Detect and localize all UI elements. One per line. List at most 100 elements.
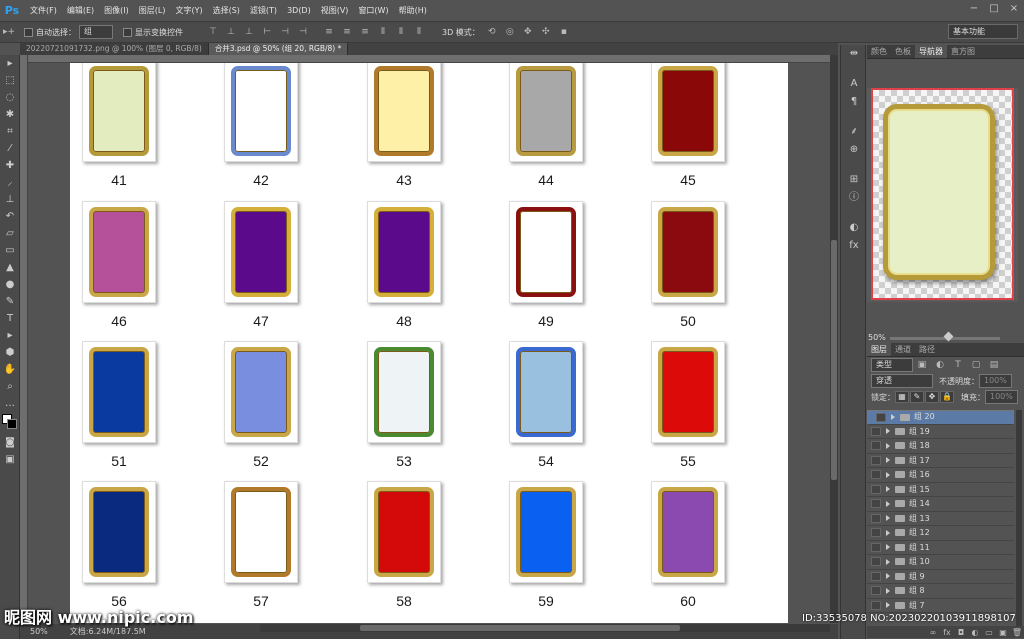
expand-arrow-icon[interactable]	[886, 500, 890, 507]
visibility-toggle-icon[interactable]	[871, 600, 881, 610]
align-right-icon[interactable]: ⊣	[296, 25, 310, 39]
brush-presets-icon[interactable]: ⸙	[841, 123, 867, 141]
brush-tool-icon[interactable]: ⸝	[0, 174, 20, 191]
align-vcenter-icon[interactable]: ⊥	[224, 25, 238, 39]
vertical-scroll-thumb[interactable]	[831, 240, 837, 480]
visibility-toggle-icon[interactable]	[871, 484, 881, 494]
clone-source-icon[interactable]: ⊕	[841, 141, 867, 159]
menu-item-0[interactable]: 文件(F)	[25, 0, 62, 21]
minimize-icon[interactable]: −	[964, 0, 984, 18]
shape-tool-icon[interactable]: ⬢	[0, 344, 20, 361]
dodge-tool-icon[interactable]: ●	[0, 276, 20, 293]
distribute-left-icon[interactable]: ⦀	[376, 25, 390, 39]
visibility-toggle-icon[interactable]	[871, 557, 881, 567]
expand-arrow-icon[interactable]	[886, 587, 890, 594]
marquee-tool-icon[interactable]: ⬚	[0, 72, 20, 89]
expand-arrow-icon[interactable]	[886, 442, 890, 449]
filter-shape-icon[interactable]: ▢	[969, 358, 983, 372]
path-select-tool-icon[interactable]: ▸	[0, 327, 20, 344]
layer-row[interactable]: 组 19	[867, 425, 1014, 439]
layer-row[interactable]: 组 14	[867, 497, 1014, 512]
menu-item-4[interactable]: 文字(Y)	[170, 0, 207, 21]
menu-item-1[interactable]: 编辑(E)	[62, 0, 99, 21]
tab-histogram[interactable]: 直方图	[947, 45, 979, 58]
zoom-readout[interactable]: 50%	[30, 627, 48, 636]
lock-position-icon[interactable]: ✥	[925, 391, 939, 403]
close-icon[interactable]: ×	[1004, 0, 1024, 18]
document-canvas[interactable]: 41 42 43 44 45 46 47 48 49 50 51 52 53 54 55 56 57 58 59 60	[70, 63, 788, 623]
blend-mode-dropdown[interactable]: 穿透	[871, 374, 933, 388]
distribute-hcenter-icon[interactable]: ⦀	[394, 25, 408, 39]
layer-row[interactable]: 组 16	[867, 468, 1014, 483]
pen-tool-icon[interactable]: ✎	[0, 293, 20, 310]
layer-row[interactable]: 组 20	[867, 410, 1014, 425]
layer-row[interactable]: 组 12	[867, 526, 1014, 541]
tab-document-2[interactable]: 合并3.psd @ 50% (组 20, RGB/8) *	[208, 43, 349, 55]
visibility-toggle-icon[interactable]	[871, 513, 881, 523]
menu-item-5[interactable]: 选择(S)	[208, 0, 245, 21]
eraser-tool-icon[interactable]: ▱	[0, 225, 20, 242]
add-mask-icon[interactable]: ◘	[954, 628, 968, 637]
layer-row[interactable]: 组 13	[867, 512, 1014, 526]
menu-item-7[interactable]: 3D(D)	[282, 0, 316, 21]
menu-item-9[interactable]: 窗口(W)	[353, 0, 393, 21]
fill-input[interactable]: 100%	[985, 390, 1018, 404]
visibility-toggle-icon[interactable]	[871, 571, 881, 581]
history-icon[interactable]: ⇹	[841, 45, 867, 63]
lock-all-icon[interactable]: 🔒	[940, 391, 954, 403]
fx-icon[interactable]: fx	[940, 628, 954, 637]
move-tool-icon[interactable]: ▸+	[2, 25, 16, 39]
filter-type-icon[interactable]: T	[951, 358, 965, 372]
workspace-dropdown[interactable]: 基本功能	[948, 24, 1018, 39]
lock-transparent-icon[interactable]: ▦	[895, 391, 909, 403]
vertical-scrollbar[interactable]	[830, 55, 838, 623]
tab-paths[interactable]: 路径	[915, 343, 939, 356]
tab-layers[interactable]: 图层	[867, 343, 891, 356]
3d-roll-icon[interactable]: ◎	[503, 25, 517, 39]
layer-filter-dropdown[interactable]: 类型	[871, 358, 913, 372]
new-group-icon[interactable]: ▭	[982, 628, 996, 637]
3d-pan-icon[interactable]: ✥	[521, 25, 535, 39]
visibility-toggle-icon[interactable]	[871, 455, 881, 465]
gradient-tool-icon[interactable]: ▭	[0, 242, 20, 259]
menu-item-10[interactable]: 帮助(H)	[394, 0, 432, 21]
adjustments-icon[interactable]: ◐	[841, 219, 867, 237]
link-layers-icon[interactable]: ∞	[926, 628, 940, 637]
layer-row[interactable]: 组 15	[867, 483, 1014, 497]
move-tool-icon[interactable]: ▸	[0, 55, 20, 72]
healing-tool-icon[interactable]: ✚	[0, 157, 20, 174]
visibility-toggle-icon[interactable]	[871, 426, 881, 436]
menu-item-3[interactable]: 图层(L)	[134, 0, 171, 21]
tab-swatches[interactable]: 色板	[891, 45, 915, 58]
layer-row[interactable]: 组 11	[867, 541, 1014, 555]
maximize-icon[interactable]: □	[984, 0, 1004, 18]
visibility-toggle-icon[interactable]	[871, 528, 881, 538]
visibility-toggle-icon[interactable]	[871, 470, 881, 480]
layer-row[interactable]: 组 8	[867, 584, 1014, 599]
expand-arrow-icon[interactable]	[886, 573, 890, 580]
distribute-top-icon[interactable]: ≡	[322, 25, 336, 39]
show-transform-checkbox[interactable]	[123, 27, 132, 37]
menu-item-6[interactable]: 滤镜(T)	[245, 0, 282, 21]
align-hcenter-icon[interactable]: ⊣	[278, 25, 292, 39]
adjustment-layer-icon[interactable]: ◐	[968, 628, 982, 637]
align-bottom-icon[interactable]: ⊥	[242, 25, 256, 39]
filter-adjust-icon[interactable]: ◐	[933, 358, 947, 372]
expand-arrow-icon[interactable]	[886, 529, 890, 536]
3d-rotate-icon[interactable]: ⟲	[485, 25, 499, 39]
tab-channels[interactable]: 通道	[891, 343, 915, 356]
styles-icon[interactable]: fx	[841, 237, 867, 255]
layer-row[interactable]: 组 9	[867, 570, 1014, 584]
tab-color[interactable]: 颜色	[867, 45, 891, 58]
auto-select-dropdown[interactable]: 组	[79, 25, 113, 39]
expand-arrow-icon[interactable]	[886, 471, 890, 478]
align-left-icon[interactable]: ⊢	[260, 25, 274, 39]
visibility-toggle-icon[interactable]	[871, 586, 881, 596]
expand-arrow-icon[interactable]	[886, 457, 890, 464]
layer-row[interactable]: 组 17	[867, 454, 1014, 468]
visibility-toggle-icon[interactable]	[871, 499, 881, 509]
hand-tool-icon[interactable]: ✋	[0, 361, 20, 378]
expand-arrow-icon[interactable]	[886, 486, 890, 493]
align-top-icon[interactable]: ⊤	[206, 25, 220, 39]
navigator-view-box[interactable]	[871, 88, 1014, 300]
